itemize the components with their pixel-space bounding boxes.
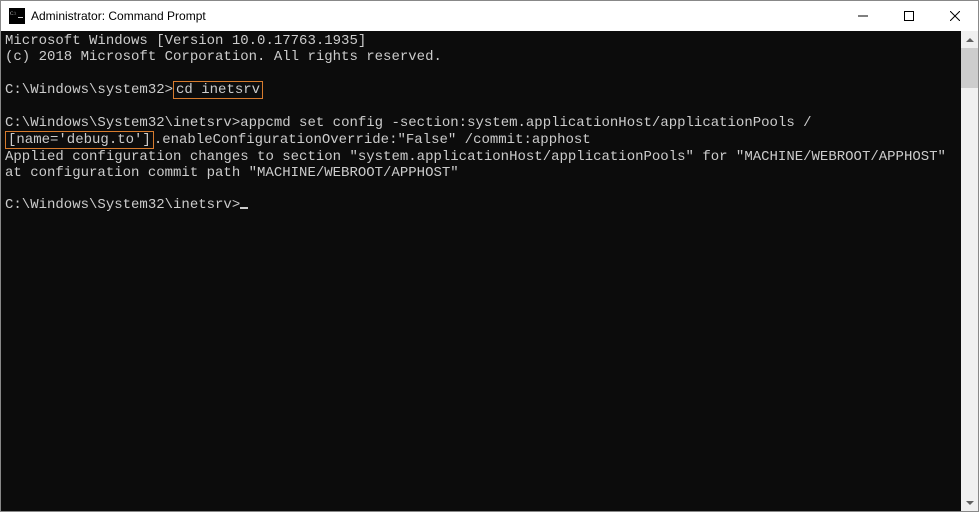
appcmd-part-a: appcmd set config -section:system.applic… — [240, 115, 811, 131]
scroll-down-arrow[interactable] — [961, 494, 978, 511]
command-line-3: C:\Windows\System32\inetsrv> — [5, 197, 957, 213]
blank-line — [5, 181, 957, 197]
scroll-thumb[interactable] — [961, 48, 978, 88]
blank-line — [5, 65, 957, 81]
minimize-button[interactable] — [840, 1, 886, 31]
blank-line — [5, 99, 957, 115]
terminal-output[interactable]: Microsoft Windows [Version 10.0.17763.19… — [1, 31, 961, 511]
output-line: Applied configuration changes to section… — [5, 149, 957, 181]
window-controls — [840, 1, 978, 31]
window-title: Administrator: Command Prompt — [31, 9, 840, 23]
titlebar[interactable]: C:\ Administrator: Command Prompt — [1, 1, 978, 31]
command-prompt-window: C:\ Administrator: Command Prompt — [0, 0, 979, 512]
prompt-2: C:\Windows\System32\inetsrv> — [5, 115, 240, 131]
svg-text:C:\: C:\ — [10, 12, 17, 17]
close-button[interactable] — [932, 1, 978, 31]
cursor — [240, 207, 248, 209]
scroll-track[interactable] — [961, 48, 978, 494]
command-line-2: C:\Windows\System32\inetsrv>appcmd set c… — [5, 115, 957, 149]
highlight-name-param: [name='debug.to'] — [5, 131, 154, 149]
version-line: Microsoft Windows [Version 10.0.17763.19… — [5, 33, 957, 49]
copyright-line: (c) 2018 Microsoft Corporation. All righ… — [5, 49, 957, 65]
command-line-1: C:\Windows\system32>cd inetsrv — [5, 81, 957, 99]
vertical-scrollbar[interactable] — [961, 31, 978, 511]
cmd-icon: C:\ — [9, 8, 25, 24]
content-area: Microsoft Windows [Version 10.0.17763.19… — [1, 31, 978, 511]
highlight-cd-command: cd inetsrv — [173, 81, 263, 99]
scroll-up-arrow[interactable] — [961, 31, 978, 48]
prompt-3: C:\Windows\System32\inetsrv> — [5, 197, 240, 213]
prompt-1: C:\Windows\system32> — [5, 82, 173, 98]
appcmd-part-b: .enableConfigurationOverride:"False" /co… — [154, 132, 591, 148]
maximize-button[interactable] — [886, 1, 932, 31]
